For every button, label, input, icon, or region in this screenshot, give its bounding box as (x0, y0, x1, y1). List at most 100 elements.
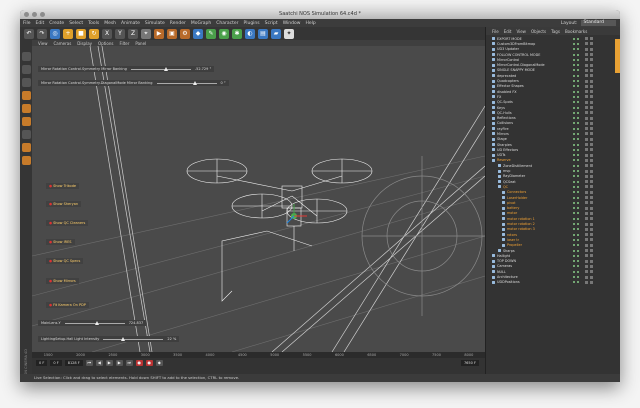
slider-diagonal-mirror-banking[interactable]: Mirror Rotation Control.Symmetry.Diagona… (38, 80, 229, 86)
redo-icon[interactable]: ↷ (37, 28, 47, 39)
render-picture-viewer-icon[interactable]: ▣ (167, 28, 177, 39)
snapping-icon[interactable] (21, 143, 31, 152)
visibility-dots-icon[interactable] (573, 148, 579, 151)
slider-mainlens-y[interactable]: MainLens.Y 724.837 (38, 320, 147, 326)
visibility-dots-icon[interactable] (573, 276, 579, 278)
show-ires-button[interactable]: ●Show IRES (46, 239, 75, 245)
layout-dropdown[interactable]: Standard (580, 20, 616, 26)
slider-track[interactable] (64, 320, 125, 325)
object-menu-tags[interactable]: Tags (551, 29, 560, 34)
show-qc-specs-button[interactable]: ●Show QC Specs (46, 258, 84, 264)
object-tags[interactable] (585, 185, 593, 189)
viewport-menu-panel[interactable]: Panel (135, 41, 146, 46)
polygons-mode-icon[interactable] (21, 117, 31, 126)
keyframe-selection-icon[interactable]: ◆ (155, 360, 163, 366)
slider-handle[interactable] (192, 80, 197, 85)
array-icon[interactable]: ✱ (232, 28, 242, 39)
object-tags[interactable] (585, 79, 593, 83)
object-tags[interactable] (585, 275, 593, 279)
visibility-dots-icon[interactable] (573, 154, 579, 157)
spline-icon[interactable]: ✎ (206, 28, 216, 39)
render-view-icon[interactable]: ▶ (154, 28, 164, 39)
timeline[interactable]: 1500 2000 2500 3000 3500 4000 4500 5000 5500 6000… (32, 352, 485, 374)
object-tags[interactable] (585, 222, 593, 226)
visibility-dots-icon[interactable] (573, 69, 579, 72)
object-tags[interactable] (585, 217, 593, 221)
visibility-dots-icon[interactable] (573, 42, 579, 45)
show-qc-cleaners-button[interactable]: ●Show QC Cleaners (46, 220, 89, 226)
window-controls[interactable] (24, 12, 45, 17)
undo-icon[interactable]: ↶ (24, 28, 34, 39)
viewport-menu-display[interactable]: Display (77, 41, 92, 46)
visibility-dots-icon[interactable] (573, 106, 579, 109)
rotate-icon[interactable]: ↻ (89, 28, 99, 39)
visibility-dots-icon[interactable] (573, 233, 579, 236)
viewport[interactable]: ViewCamerasDisplayOptionsFilterPanel Per… (32, 40, 485, 352)
visibility-dots-icon[interactable] (573, 95, 579, 98)
menu-file[interactable]: File (23, 21, 31, 26)
points-mode-icon[interactable] (21, 91, 31, 100)
object-tags[interactable] (585, 206, 593, 210)
close-window-icon[interactable] (24, 12, 29, 17)
object-tags[interactable] (585, 196, 593, 200)
object-tags[interactable] (585, 84, 593, 88)
fit-kamera-button[interactable]: ●Fit Kamera On PDP (46, 302, 89, 308)
menu-character[interactable]: Character (216, 21, 238, 26)
object-tags[interactable] (585, 148, 593, 152)
visibility-dots-icon[interactable] (573, 207, 579, 210)
visibility-dots-icon[interactable] (573, 101, 579, 104)
object-tags[interactable] (585, 211, 593, 215)
x-axis-icon[interactable]: X (102, 28, 112, 39)
visibility-dots-icon[interactable] (573, 85, 579, 88)
start-frame-field[interactable]: 0 F (50, 360, 62, 366)
visibility-dots-icon[interactable] (573, 170, 579, 173)
object-tags[interactable] (585, 254, 593, 258)
visibility-dots-icon[interactable] (573, 53, 579, 56)
visibility-dots-icon[interactable] (573, 64, 579, 67)
object-tags[interactable] (585, 121, 593, 125)
object-tags[interactable] (585, 127, 593, 131)
slider-handle[interactable] (163, 66, 168, 71)
object-menu-edit[interactable]: Edit (504, 29, 512, 34)
visibility-dots-icon[interactable] (573, 260, 579, 263)
go-to-end-icon[interactable]: ⏭ (125, 360, 133, 366)
visibility-dots-icon[interactable] (573, 270, 579, 273)
visibility-dots-icon[interactable] (573, 127, 579, 130)
visibility-dots-icon[interactable] (573, 254, 579, 257)
slider-handle[interactable] (94, 320, 99, 325)
visibility-dots-icon[interactable] (573, 122, 579, 125)
visibility-dots-icon[interactable] (573, 180, 579, 183)
visibility-dots-icon[interactable] (573, 58, 579, 61)
model-mode-icon[interactable] (21, 65, 31, 74)
object-tags[interactable] (585, 143, 593, 147)
object-tags[interactable] (585, 158, 593, 162)
visibility-dots-icon[interactable] (573, 249, 579, 252)
zoom-window-icon[interactable] (40, 12, 45, 17)
current-frame-field[interactable]: 0 F (36, 360, 48, 366)
object-tags[interactable] (585, 74, 593, 78)
visibility-dots-icon[interactable] (573, 265, 579, 268)
object-tags[interactable] (585, 63, 593, 67)
menu-script[interactable]: Script (265, 21, 278, 26)
visibility-dots-icon[interactable] (573, 80, 579, 83)
object-tags[interactable] (585, 201, 593, 205)
texture-mode-icon[interactable] (21, 78, 31, 87)
object-tags[interactable] (585, 259, 593, 263)
viewport-scene[interactable] (32, 46, 485, 352)
object-tags[interactable] (585, 270, 593, 274)
visibility-dots-icon[interactable] (573, 244, 579, 247)
viewport-menu-view[interactable]: View (38, 41, 48, 46)
menu-plugins[interactable]: Plugins (244, 21, 260, 26)
end-frame-field[interactable]: 8128 F (64, 360, 83, 366)
object-menu-objects[interactable]: Objects (531, 29, 546, 34)
show-trikode-button[interactable]: ●Show Trikode (46, 183, 80, 189)
object-menu-bookmarks[interactable]: Bookmarks (565, 29, 587, 34)
object-tags[interactable] (585, 249, 593, 253)
visibility-dots-icon[interactable] (573, 48, 579, 51)
object-tags[interactable] (585, 90, 593, 94)
layout-selector[interactable]: Layout: Standard (561, 20, 620, 26)
live-selection-icon[interactable]: ◎ (50, 28, 60, 39)
object-tags[interactable] (585, 100, 593, 104)
object-tags[interactable] (585, 42, 593, 46)
object-tags[interactable] (585, 227, 593, 231)
